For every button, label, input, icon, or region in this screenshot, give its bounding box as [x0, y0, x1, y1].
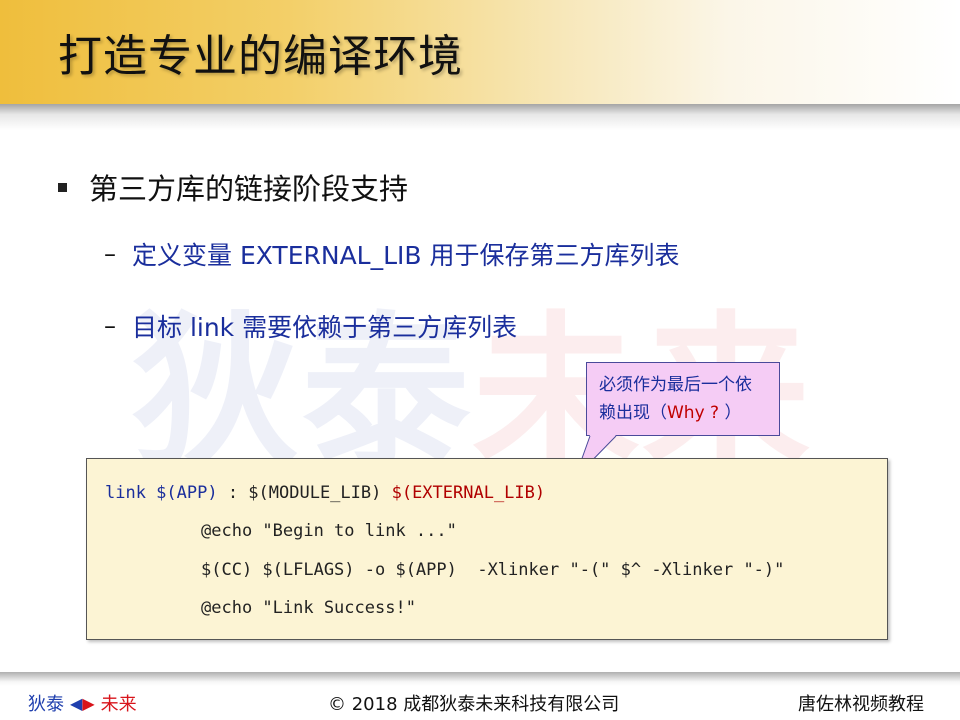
callout-suffix: ）	[719, 403, 742, 423]
code-line-1: link $(APP) : $(MODULE_LIB) $(EXTERNAL_L…	[105, 483, 545, 503]
dash-bullet: –	[104, 312, 116, 340]
code-line-3: $(CC) $(LFLAGS) -o $(APP) -Xlinker "-(" …	[201, 560, 785, 580]
callout-why: Why ?	[667, 403, 720, 423]
slide-title: 打造专业的编译环境	[58, 31, 463, 82]
square-bullet-icon	[58, 182, 67, 192]
footer-brand-part1: 狄泰	[28, 694, 64, 715]
bullet-item: 第三方库的链接阶段支持	[58, 166, 408, 208]
callout-bubble: 必须作为最后一个依 赖出现（Why ? ）	[586, 362, 780, 436]
footer-author: 唐佐林视频教程	[798, 694, 924, 715]
title-banner-shadow	[0, 104, 960, 130]
code-deps: : $(MODULE_LIB)	[217, 483, 392, 503]
code-line-2: @echo "Begin to link ..."	[201, 521, 457, 541]
sub-bullet-2: – 目标 link 需要依赖于第三方库列表	[104, 308, 517, 344]
code-target: link $(APP)	[105, 483, 218, 503]
footer-brand: 狄泰 ◀ ▶ 未来	[28, 690, 137, 716]
callout-line-2: 赖出现（Why ? ）	[599, 399, 779, 427]
code-external-lib: $(EXTERNAL_LIB)	[391, 483, 546, 503]
dash-bullet: –	[104, 240, 116, 268]
callout-prefix: 赖出现（	[599, 403, 667, 423]
bullet-text: 第三方库的链接阶段支持	[89, 172, 409, 206]
footer-divider	[0, 672, 960, 686]
sub-bullet-text: 目标 link 需要依赖于第三方库列表	[132, 313, 518, 342]
code-block: link $(APP) : $(MODULE_LIB) $(EXTERNAL_L…	[86, 458, 888, 640]
code-line-4: @echo "Link Success!"	[201, 598, 416, 618]
callout-line-1: 必须作为最后一个依	[599, 375, 752, 395]
sub-bullet-text: 定义变量 EXTERNAL_LIB 用于保存第三方库列表	[132, 241, 680, 270]
sub-bullet-1: – 定义变量 EXTERNAL_LIB 用于保存第三方库列表	[104, 236, 680, 272]
left-right-arrows-icon: ◀ ▶	[70, 693, 95, 713]
footer-copyright: © 2018 成都狄泰未来科技有限公司	[328, 694, 620, 715]
footer-brand-part2: 未来	[100, 694, 137, 715]
